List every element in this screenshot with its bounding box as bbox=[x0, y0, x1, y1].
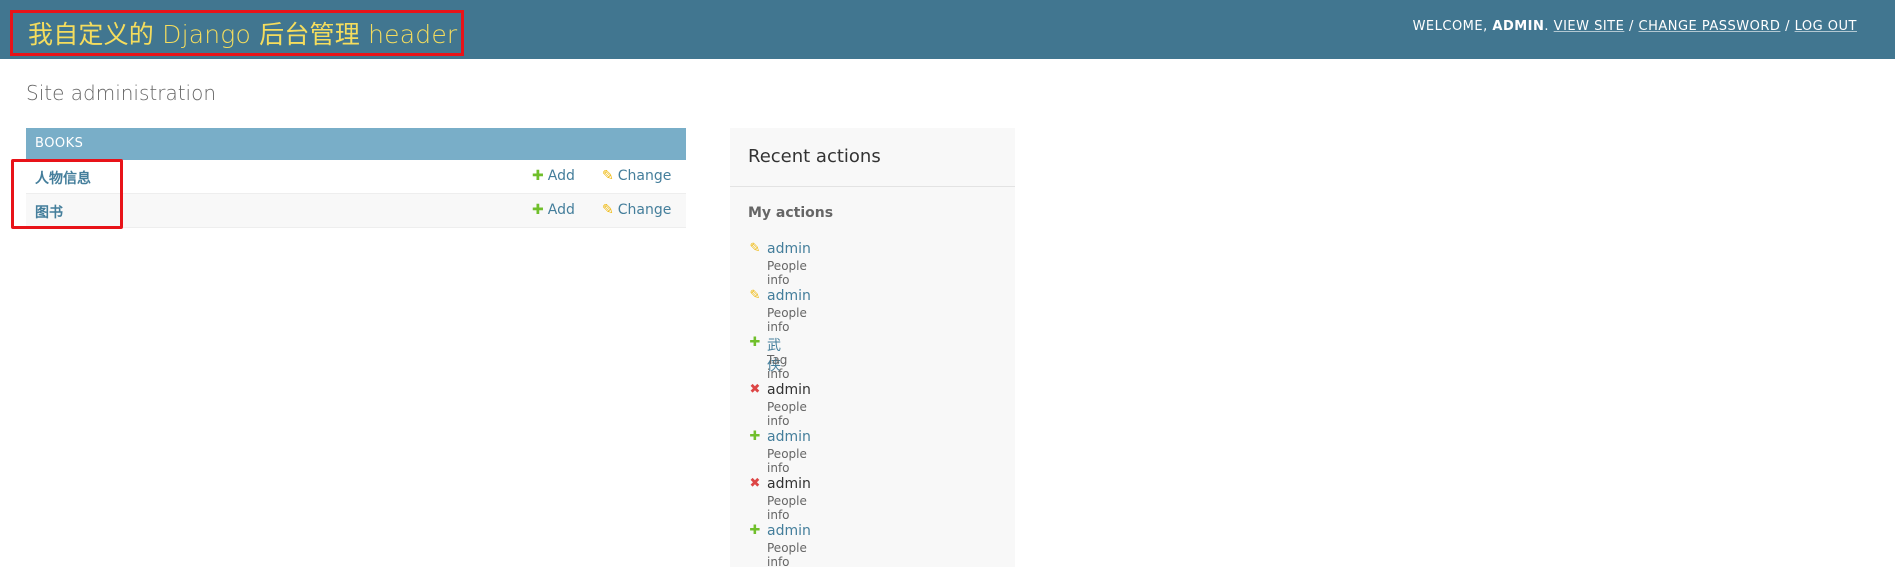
app-module-books: BOOKS 人物信息 ✚ Add ✎ Change 图书 ✚ Add ✎ Change bbox=[26, 128, 686, 228]
change-password-link[interactable]: CHANGE PASSWORD bbox=[1639, 19, 1781, 34]
change-label: Change bbox=[617, 202, 672, 218]
delete-x-icon: ✖ bbox=[749, 382, 761, 397]
action-object-name: admin bbox=[767, 476, 811, 492]
change-people-link[interactable]: ✎ Change bbox=[602, 168, 671, 184]
pencil-icon: ✎ bbox=[749, 288, 761, 303]
plus-icon: ✚ bbox=[749, 335, 761, 350]
action-object-link[interactable]: admin bbox=[767, 288, 811, 304]
model-row: 人物信息 ✚ Add ✎ Change bbox=[26, 160, 686, 194]
action-object-name: admin bbox=[767, 382, 811, 398]
pencil-icon: ✎ bbox=[602, 168, 614, 184]
welcome-punct: . bbox=[1544, 19, 1554, 34]
my-actions-heading: My actions bbox=[748, 205, 834, 221]
add-people-link[interactable]: ✚ Add bbox=[532, 168, 575, 184]
app-caption-link[interactable]: BOOKS bbox=[26, 128, 686, 160]
log-out-link[interactable]: LOG OUT bbox=[1795, 19, 1857, 34]
view-site-link[interactable]: VIEW SITE bbox=[1554, 19, 1625, 34]
action-content-type: People info bbox=[767, 306, 807, 334]
plus-icon: ✚ bbox=[532, 168, 544, 184]
recent-actions-title: Recent actions bbox=[748, 146, 881, 167]
delete-x-icon: ✖ bbox=[749, 476, 761, 491]
action-object-link[interactable]: admin bbox=[767, 241, 811, 257]
divider bbox=[730, 186, 1015, 187]
plus-icon: ✚ bbox=[749, 523, 761, 538]
annotation-highlight-box bbox=[11, 159, 123, 229]
action-content-type: People info bbox=[767, 541, 807, 569]
change-label: Change bbox=[617, 168, 672, 184]
plus-icon: ✚ bbox=[749, 429, 761, 444]
separator: / bbox=[1624, 19, 1639, 34]
page-title: Site administration bbox=[26, 81, 217, 105]
action-content-type: People info bbox=[767, 400, 807, 428]
model-row: 图书 ✚ Add ✎ Change bbox=[26, 194, 686, 228]
action-object-link[interactable]: admin bbox=[767, 523, 811, 539]
welcome-text: WELCOME, bbox=[1412, 19, 1493, 34]
add-label: Add bbox=[547, 202, 575, 218]
change-book-link[interactable]: ✎ Change bbox=[602, 202, 671, 218]
recent-actions-panel: Recent actions My actions ✎ admin People… bbox=[730, 128, 1015, 569]
add-book-link[interactable]: ✚ Add bbox=[532, 202, 575, 218]
separator: / bbox=[1780, 19, 1795, 34]
username: ADMIN bbox=[1492, 19, 1545, 34]
action-content-type: People info bbox=[767, 494, 807, 522]
action-content-type: Tag info bbox=[767, 353, 790, 381]
site-name[interactable]: 我自定义的 Django 后台管理 header bbox=[28, 15, 457, 51]
action-object-link[interactable]: admin bbox=[767, 429, 811, 445]
plus-icon: ✚ bbox=[532, 202, 544, 218]
pencil-icon: ✎ bbox=[749, 241, 761, 256]
site-branding[interactable]: 我自定义的 Django 后台管理 header bbox=[10, 10, 464, 56]
header-bar: 我自定义的 Django 后台管理 header WELCOME, ADMIN.… bbox=[0, 0, 1895, 59]
user-tools: WELCOME, ADMIN. VIEW SITE / CHANGE PASSW… bbox=[1413, 19, 1857, 34]
add-label: Add bbox=[547, 168, 575, 184]
pencil-icon: ✎ bbox=[602, 202, 614, 218]
action-content-type: People info bbox=[767, 259, 807, 287]
action-content-type: People info bbox=[767, 447, 807, 475]
